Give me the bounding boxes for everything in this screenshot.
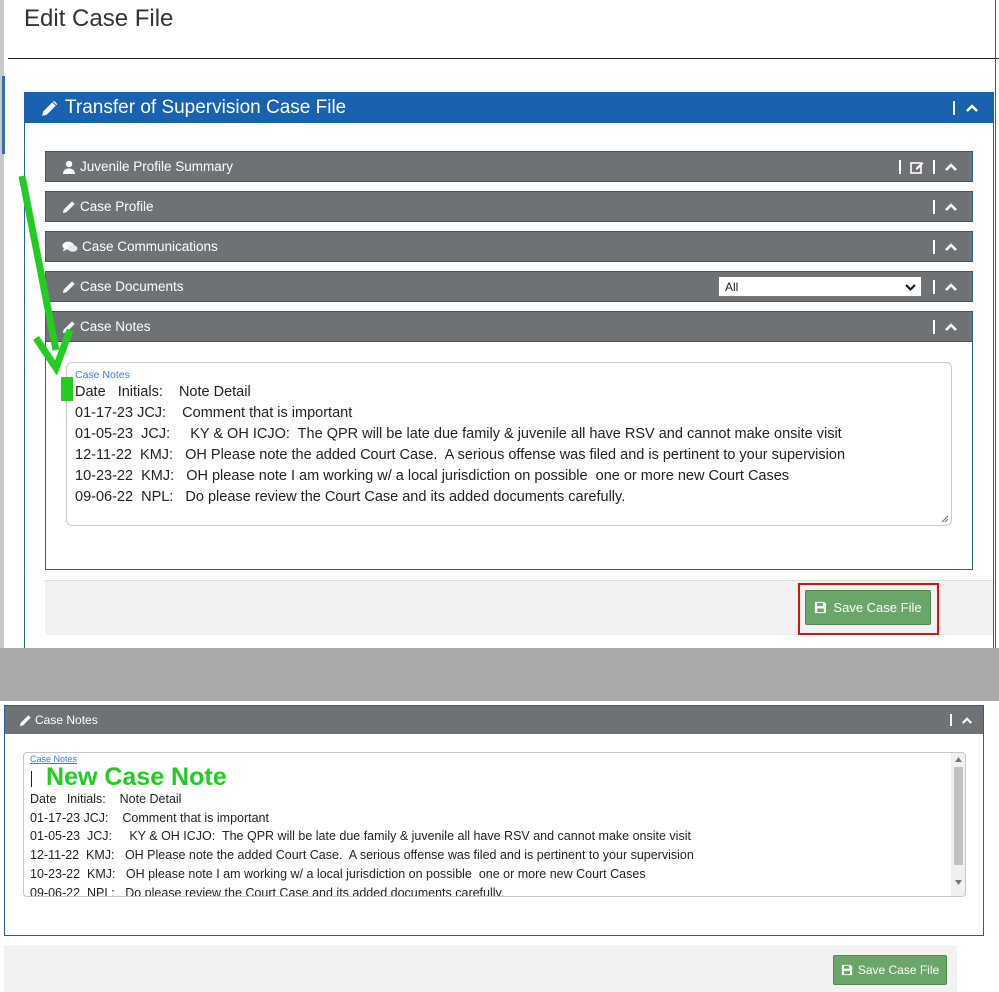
edit-case-file-view: Edit Case File Transfer of Supervision C… [0, 0, 999, 648]
right-border [995, 0, 996, 648]
section-controls [933, 199, 972, 214]
new-case-note-annotation: New Case Note [30, 764, 959, 790]
note-line: 10-23-22 KMJ: OH please note I am workin… [75, 468, 790, 484]
case-notes-header-title: Case Notes [35, 713, 98, 727]
chevron-up-icon[interactable] [944, 162, 958, 172]
chevron-down-icon [905, 284, 916, 291]
section-controls [950, 714, 983, 726]
section-controls [933, 319, 972, 334]
resize-grip-icon[interactable] [941, 515, 949, 523]
pencil-icon [62, 320, 75, 333]
scroll-up-icon[interactable] [955, 756, 962, 762]
transfer-case-file-panel: Transfer of Supervision Case File Juveni… [24, 92, 994, 648]
separator [933, 199, 935, 214]
section-label: Case Communications [82, 239, 218, 254]
section-label: Case Documents [80, 279, 184, 294]
case-notes-textarea[interactable]: Case Notes New Case Note Date Initials: … [23, 752, 966, 897]
new-case-note-text: New Case Note [46, 763, 227, 791]
save-case-file-button[interactable]: Save Case File [805, 590, 931, 625]
documents-filter-select[interactable]: All [718, 276, 922, 297]
section-case-profile[interactable]: Case Profile [45, 191, 973, 222]
case-notes-header[interactable]: Case Notes [5, 706, 983, 734]
textarea-scrollbar[interactable] [951, 753, 965, 896]
separator [933, 239, 935, 254]
note-line: 12-11-22 KMJ: OH Please note the added C… [75, 447, 846, 463]
screenshot-separator [0, 648, 999, 701]
separator [933, 319, 935, 334]
note-line: Date Initials: Note Detail [30, 792, 182, 806]
scroll-down-icon[interactable] [955, 880, 962, 886]
annotation-marker [61, 377, 73, 401]
transfer-case-file-header[interactable]: Transfer of Supervision Case File [25, 93, 993, 123]
pencil-icon [62, 280, 75, 293]
edit-icon[interactable] [910, 160, 924, 174]
chevron-up-icon[interactable] [965, 103, 979, 113]
separator [899, 159, 901, 174]
separator [933, 279, 935, 294]
case-notes-body: Case Notes Date Initials: Note Detail 01… [45, 342, 973, 570]
pencil-icon [19, 714, 31, 726]
save-button-label: Save Case File [857, 963, 940, 977]
note-line: 01-17-23 JCJ: Comment that is important [30, 810, 269, 825]
section-label: Juvenile Profile Summary [80, 159, 234, 174]
header-controls [953, 101, 993, 115]
section-controls [933, 239, 972, 254]
case-notes-detail-view: Case Notes Case Notes New Case Note Date… [0, 701, 999, 992]
note-line: 09-06-22 NPL: Do please review the Court… [75, 489, 626, 505]
note-line: Date Initials: Note Detail [75, 384, 251, 400]
case-notes-textarea[interactable]: Case Notes Date Initials: Note Detail 01… [66, 362, 952, 526]
page-title: Edit Case File [24, 5, 174, 32]
case-notes-panel: Case Notes Case Notes New Case Note Date… [4, 705, 984, 936]
documents-filter-value: All [725, 279, 739, 294]
separator [953, 101, 955, 115]
note-line: 01-05-23 JCJ: KY & OH ICJO: The QPR will… [75, 426, 842, 442]
save-icon [841, 964, 852, 976]
chevron-up-icon[interactable] [961, 716, 973, 725]
scrollbar-thumb[interactable] [954, 767, 963, 865]
section-label: Case Notes [80, 319, 151, 334]
title-divider [8, 58, 999, 59]
section-controls [899, 159, 972, 174]
note-line: 01-17-23 JCJ: Comment that is important [75, 405, 353, 421]
text-cursor [31, 771, 32, 787]
save-button-label: Save Case File [833, 600, 922, 615]
section-controls [933, 279, 972, 294]
case-notes-field-label: Case Notes [75, 369, 130, 381]
section-label: Case Profile [80, 199, 154, 214]
section-case-notes[interactable]: Case Notes [45, 311, 973, 342]
chevron-up-icon[interactable] [944, 282, 958, 292]
note-line: 10-23-22 KMJ: OH please note I am workin… [30, 866, 646, 881]
user-icon [63, 160, 75, 174]
left-rail-accent [2, 76, 5, 154]
pencil-icon [62, 200, 75, 213]
chevron-up-icon[interactable] [944, 242, 958, 252]
comments-icon [62, 241, 78, 252]
transfer-case-file-title: Transfer of Supervision Case File [65, 97, 347, 118]
separator [950, 714, 952, 726]
note-line: 01-05-23 JCJ: KY & OH ICJO: The QPR will… [30, 829, 691, 844]
section-juvenile-profile-summary[interactable]: Juvenile Profile Summary [45, 151, 973, 182]
chevron-up-icon[interactable] [944, 202, 958, 212]
note-line: 09-06-22 NPL: Do please review the Court… [30, 885, 505, 897]
section-case-communications[interactable]: Case Communications [45, 231, 973, 262]
save-bar [4, 945, 957, 992]
pencil-icon [42, 100, 58, 116]
save-case-file-button[interactable]: Save Case File [833, 955, 947, 985]
separator [933, 159, 935, 174]
save-icon [815, 601, 827, 614]
section-case-documents[interactable]: Case Documents All [45, 271, 973, 302]
note-line: 12-11-22 KMJ: OH Please note the added C… [30, 848, 694, 863]
chevron-up-icon[interactable] [944, 322, 958, 332]
